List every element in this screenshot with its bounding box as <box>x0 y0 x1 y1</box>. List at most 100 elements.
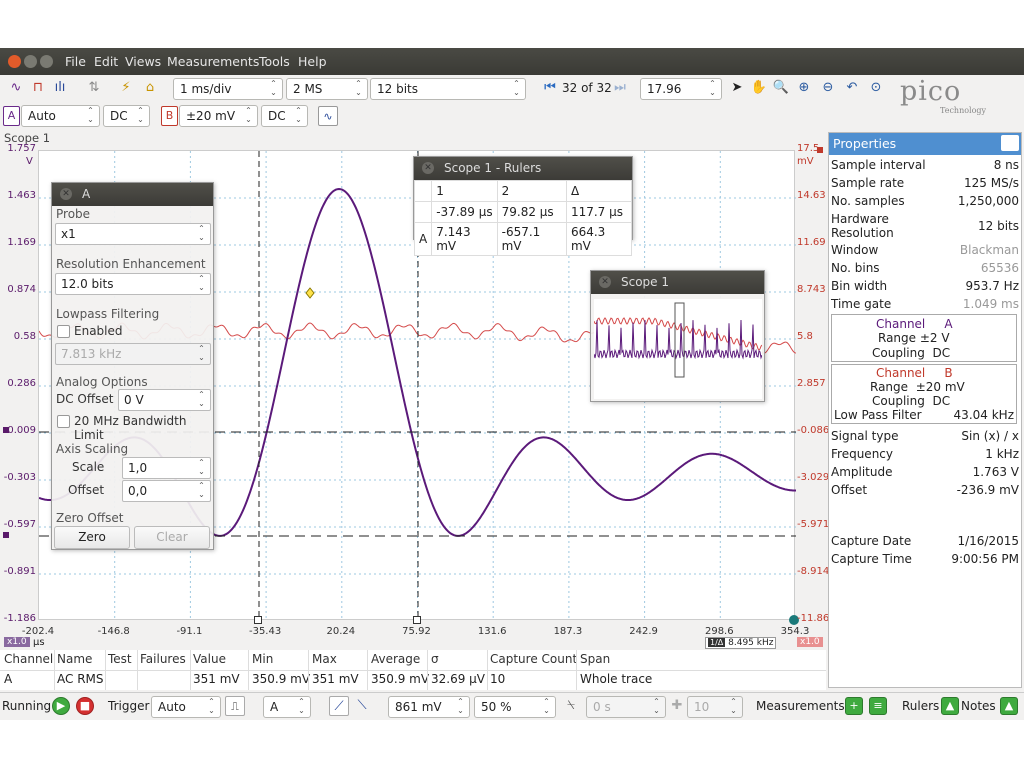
measurement-column-header[interactable]: Max <box>312 652 337 666</box>
rulers-table: 1 2 Δ -37.89 µs 79.82 µs 117.7 µs A 7.14… <box>413 180 633 256</box>
zoom-out-icon[interactable]: ⊖ <box>818 78 838 98</box>
running-label: Running <box>2 699 52 713</box>
home-icon[interactable]: ⌂ <box>140 78 160 98</box>
maximize-window-button[interactable] <box>40 55 53 68</box>
first-buffer-icon[interactable]: ⏮ <box>540 78 560 98</box>
measurement-column-header[interactable]: Span <box>580 652 610 666</box>
notes-button[interactable]: ▲ <box>1000 697 1018 715</box>
menu-measurements[interactable]: Measurements <box>167 54 259 69</box>
lowpass-enabled-checkbox[interactable] <box>57 325 70 338</box>
measurement-cell[interactable]: 10 <box>490 672 505 686</box>
math-channels-icon[interactable]: ∿ <box>318 106 338 126</box>
measurement-cell[interactable]: A <box>4 672 12 686</box>
measurement-cell[interactable]: 351 mV <box>312 672 359 686</box>
trigger-mode-select[interactable]: Auto <box>151 696 221 718</box>
trigger-advanced-icon[interactable]: ⎍ <box>225 696 245 716</box>
stop-button[interactable]: ■ <box>76 697 94 715</box>
zoom-fit-icon[interactable]: ⊙ <box>866 78 886 98</box>
left-axis-tick: 0.286 <box>7 378 36 389</box>
channel-a-label[interactable]: A <box>3 106 20 126</box>
overview-plot[interactable] <box>593 299 763 399</box>
measurement-cell[interactable]: 32.69 µV <box>431 672 485 686</box>
measurement-column-header[interactable]: Min <box>252 652 273 666</box>
rulers-header-cell: Δ <box>565 180 633 202</box>
measurement-column-header[interactable]: Value <box>193 652 226 666</box>
close-icon[interactable]: ✕ <box>422 162 434 174</box>
bandwidth-limit-checkbox[interactable] <box>57 415 70 428</box>
lowpass-frequency-input[interactable]: 7.813 kHz <box>55 343 211 365</box>
resolution-enhancement-select[interactable]: 12.0 bits <box>55 273 211 295</box>
ruler-handle-bottom-2[interactable] <box>413 616 421 624</box>
measurement-column-header[interactable]: Test <box>108 652 132 666</box>
channel-a-coupling-select[interactable]: DC <box>103 105 150 127</box>
clear-button[interactable]: Clear <box>134 526 210 549</box>
hold-off-icon[interactable]: ✚ <box>667 696 687 716</box>
measurement-cell[interactable]: 350.9 mV <box>371 672 429 686</box>
measurement-column-header[interactable]: Average <box>371 652 420 666</box>
signal-generator-icon[interactable]: ⚡ <box>116 78 136 98</box>
ruler-handle-left-2[interactable] <box>3 532 9 538</box>
edit-measurement-button[interactable]: ≡ <box>869 697 887 715</box>
properties-toggle-button[interactable] <box>1001 135 1019 151</box>
property-label: Bin width <box>831 279 888 293</box>
measurement-column-header[interactable]: Name <box>57 652 92 666</box>
pretrigger-input[interactable]: 50 % <box>474 696 556 718</box>
measurement-cell[interactable]: Whole trace <box>580 672 652 686</box>
overview-zoom-window[interactable] <box>674 302 685 378</box>
menu-file[interactable]: File <box>65 54 86 69</box>
probe-select[interactable]: x1 <box>55 223 211 245</box>
measurement-cell[interactable]: 351 mV <box>193 672 240 686</box>
menu-tools[interactable]: Tools <box>259 54 290 69</box>
measurement-column-header[interactable]: Capture Count <box>490 652 577 666</box>
menu-views[interactable]: Views <box>125 54 161 69</box>
rising-edge-icon[interactable]: ⟋ <box>329 696 349 716</box>
zoom-in-icon[interactable]: ⊕ <box>794 78 814 98</box>
rulers-button[interactable]: ▲ <box>941 697 959 715</box>
measurement-column-header[interactable]: Failures <box>140 652 186 666</box>
close-icon[interactable]: ✕ <box>60 188 72 200</box>
trigger-delay-input[interactable]: 0 s <box>586 696 666 718</box>
offset-input[interactable]: 0,0 <box>122 480 211 502</box>
close-window-button[interactable] <box>8 55 21 68</box>
measurement-cell[interactable]: 350.9 mV <box>252 672 310 686</box>
pointer-icon[interactable]: ➤ <box>727 78 747 98</box>
falling-edge-icon[interactable]: ⟍ <box>352 696 372 716</box>
scale-input[interactable]: 1,0 <box>122 457 211 479</box>
measurement-column-header[interactable]: σ <box>431 652 439 666</box>
persistence-mode-icon[interactable]: ⊓ <box>28 78 48 98</box>
trigger-level-input[interactable]: 861 mV <box>388 696 470 718</box>
menu-help[interactable]: Help <box>298 54 327 69</box>
trigger-count-input[interactable]: 10 <box>687 696 743 718</box>
close-icon[interactable]: ✕ <box>599 276 611 288</box>
trigger-marker-icon[interactable] <box>305 287 315 299</box>
resolution-select[interactable]: 12 bits <box>370 78 526 100</box>
ruler-handle-bottom-1[interactable] <box>254 616 262 624</box>
timebase-select[interactable]: 1 ms/div <box>173 78 283 100</box>
spectrum-mode-icon[interactable]: ılı <box>50 78 70 98</box>
channel-b-label[interactable]: B <box>161 106 178 126</box>
measurement-column-divider <box>248 650 249 690</box>
channel-options-icon[interactable]: ⇅ <box>84 78 104 98</box>
channel-b-coupling-select[interactable]: DC <box>261 105 308 127</box>
run-button[interactable]: ▶ <box>52 697 70 715</box>
scope-mode-icon[interactable]: ∿ <box>6 78 26 98</box>
undo-zoom-icon[interactable]: ↶ <box>842 78 862 98</box>
trigger-delay-icon[interactable]: ⍀ <box>561 696 581 716</box>
trigger-channel-select[interactable]: A <box>263 696 311 718</box>
zero-button[interactable]: Zero <box>54 526 130 549</box>
samples-select[interactable]: 2 MS <box>286 78 368 100</box>
channel-b-range-select[interactable]: ±20 mV <box>179 105 258 127</box>
dc-offset-input[interactable]: 0 V <box>118 389 211 411</box>
measurement-column-header[interactable]: Channel <box>4 652 53 666</box>
measurement-column-divider <box>427 650 428 690</box>
resolution-label: Resolution Enhancement <box>56 257 206 271</box>
menu-edit[interactable]: Edit <box>94 54 118 69</box>
channel-a-range-select[interactable]: Auto <box>21 105 100 127</box>
hand-icon[interactable]: ✋ <box>749 78 769 98</box>
measurement-cell[interactable]: AC RMS <box>57 672 104 686</box>
add-measurement-button[interactable]: + <box>845 697 863 715</box>
zoom-icon[interactable]: 🔍 <box>771 78 791 98</box>
minimize-window-button[interactable] <box>24 55 37 68</box>
last-buffer-icon[interactable]: ⏭ <box>610 78 630 98</box>
zoom-input[interactable]: 17.96 <box>640 78 722 100</box>
